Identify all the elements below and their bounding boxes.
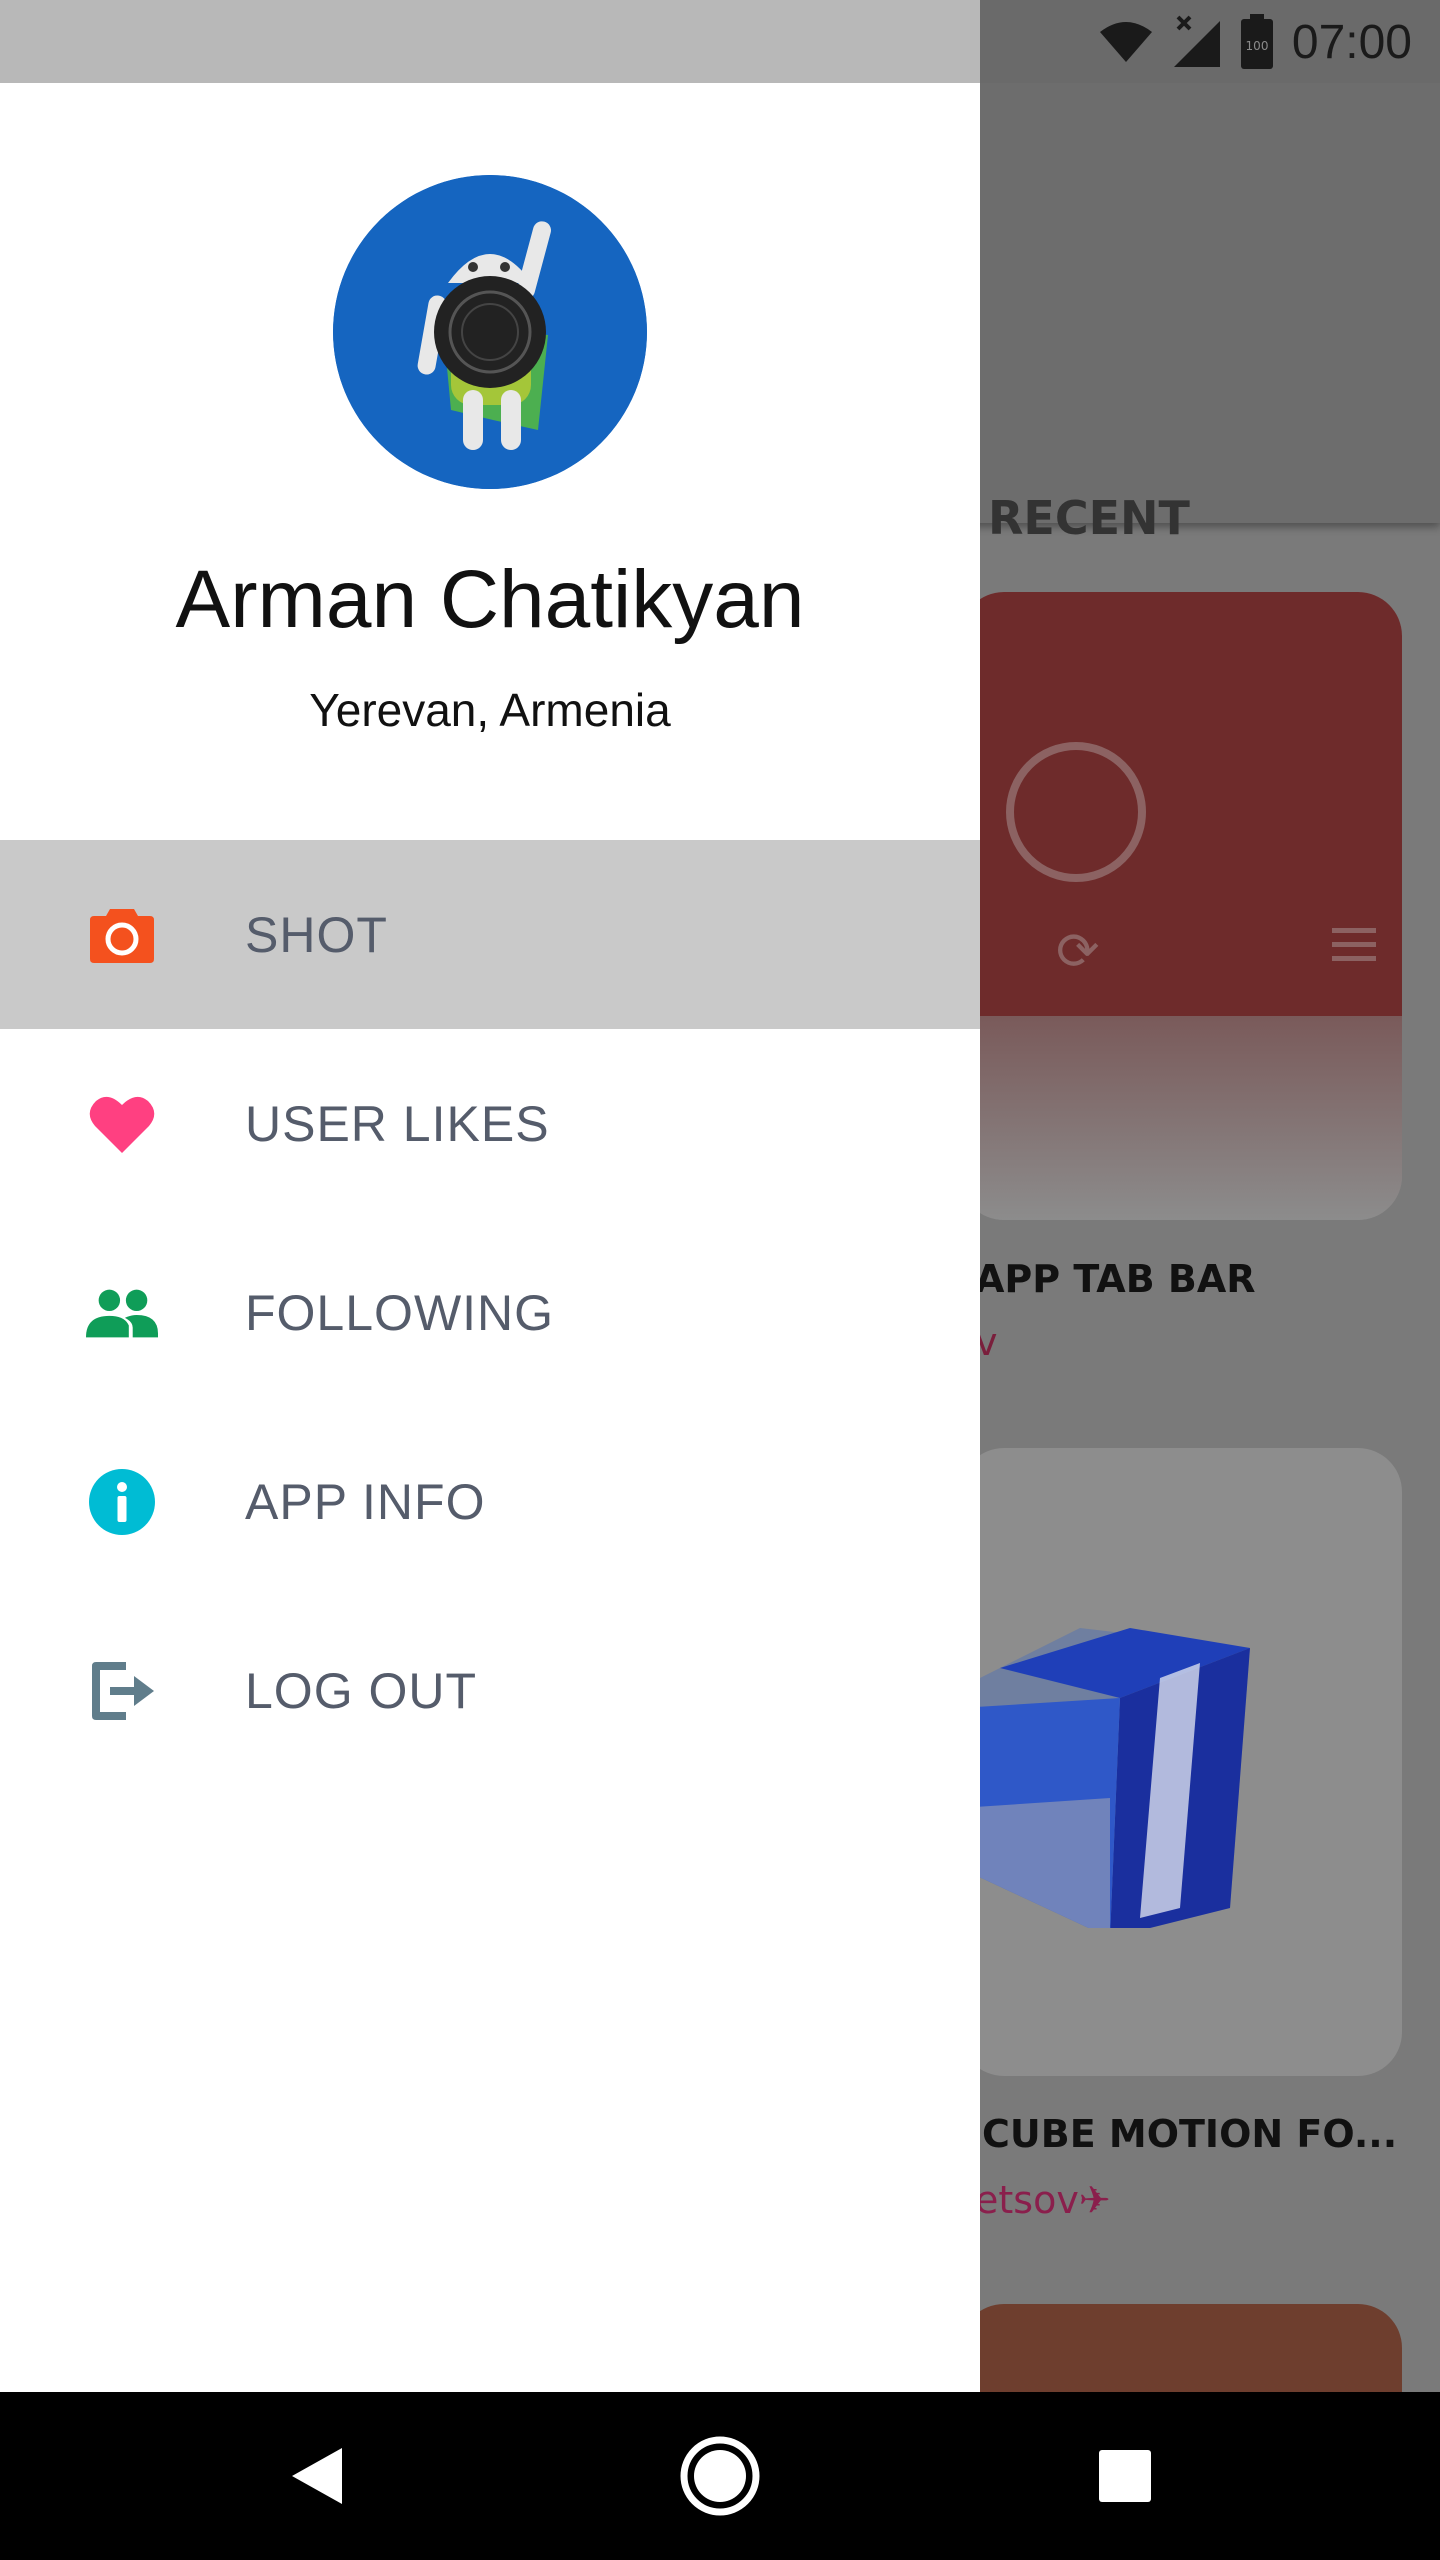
shot-preview: ⟳ [960, 592, 1402, 1016]
status-bar-drawer-area [0, 0, 980, 83]
shot-card [960, 1448, 1402, 2076]
home-icon[interactable] [680, 2436, 760, 2516]
camera-icon [86, 899, 158, 971]
navigation-bar [0, 2392, 1440, 2560]
info-icon [86, 1466, 158, 1538]
shot-title: CUBE MOTION FO... [982, 2112, 1398, 2156]
back-icon[interactable] [276, 2436, 356, 2516]
signal-icon [1173, 15, 1220, 67]
people-icon [86, 1277, 158, 1349]
menu-lines-icon [1332, 928, 1376, 970]
status-bar: 100 07:00 [980, 0, 1440, 83]
cube-image [960, 1628, 1250, 1928]
tab-recent: RECENT [988, 491, 1190, 545]
menu-item-app-info[interactable]: APP INFO [0, 1407, 980, 1596]
menu-item-label: FOLLOWING [245, 1284, 555, 1341]
shot-author: etsov✈ [975, 2178, 1111, 2222]
menu-item-label: LOG OUT [245, 1662, 478, 1719]
menu-item-label: APP INFO [245, 1473, 486, 1530]
menu-item-label: USER LIKES [245, 1095, 550, 1152]
recents-icon[interactable] [1085, 2436, 1165, 2516]
heart-icon [86, 1088, 158, 1160]
menu-item-following[interactable]: FOLLOWING [0, 1218, 980, 1407]
navigation-drawer: Arman Chatikyan Yerevan, Armenia SHOT US… [0, 83, 980, 2392]
menu-item-shot[interactable]: SHOT [0, 840, 980, 1029]
user-name: Arman Chatikyan [175, 554, 805, 645]
user-location: Yerevan, Armenia [309, 684, 671, 736]
drawer-menu: SHOT USER LIKES FOLLOWING APP INFO LOG O… [0, 840, 980, 1785]
menu-item-label: SHOT [245, 906, 388, 963]
svg-text:100: 100 [1245, 39, 1268, 53]
menu-item-log-out[interactable]: LOG OUT [0, 1596, 980, 1785]
clock: 07:00 [1291, 15, 1412, 69]
menu-item-user-likes[interactable]: USER LIKES [0, 1029, 980, 1218]
logout-icon [86, 1655, 158, 1727]
shot-card: ⟳ [960, 592, 1402, 1220]
wifi-icon [1099, 22, 1152, 62]
avatar[interactable] [333, 175, 647, 489]
shot-title: APP TAB BAR [975, 1257, 1256, 1301]
ring-graphic [1006, 742, 1146, 882]
battery-icon: 100 [1240, 14, 1273, 69]
android-oreo-icon [333, 175, 647, 489]
sync-icon: ⟳ [1056, 922, 1100, 982]
